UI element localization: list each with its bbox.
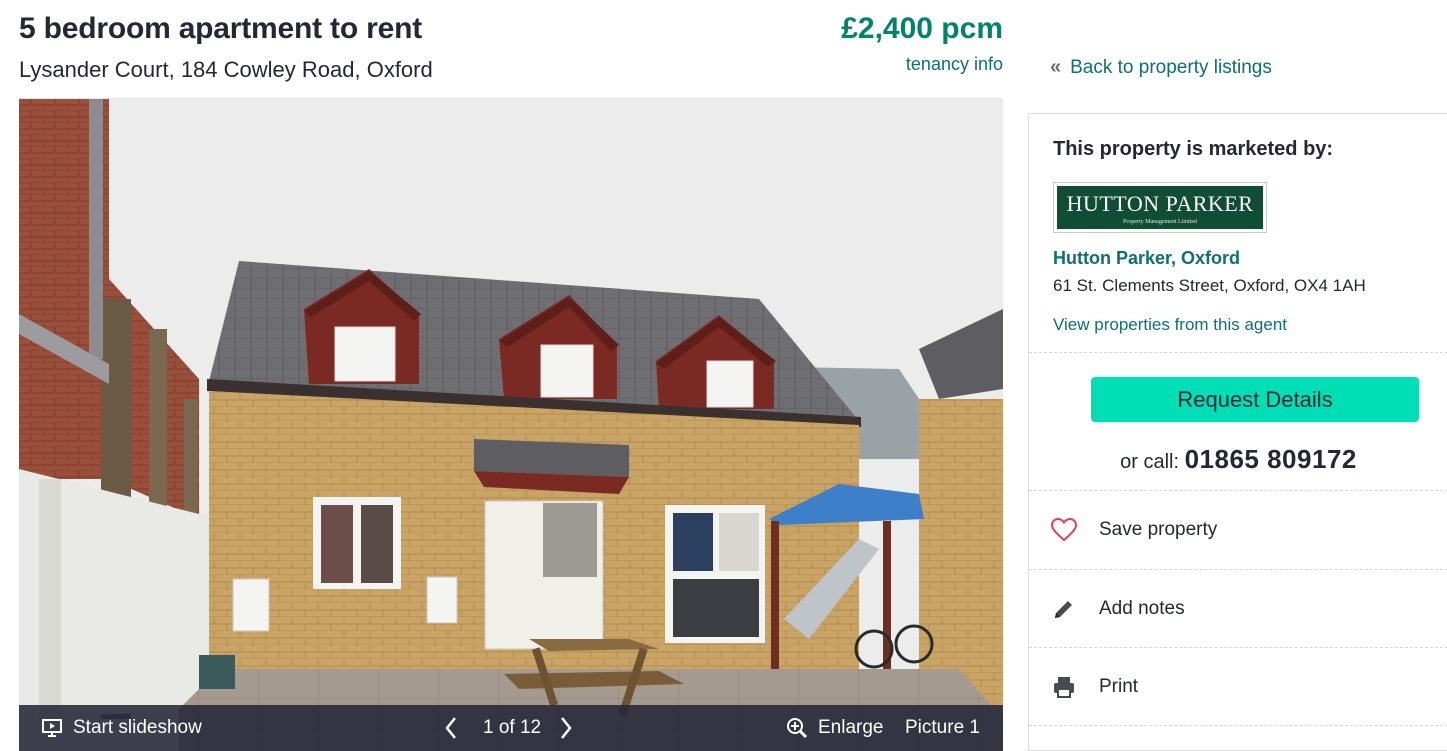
agent-panel: This property is marketed by: HUTTON PAR… [1028, 113, 1447, 751]
zoom-in-icon [787, 718, 808, 739]
agent-phone-number[interactable]: 01865 809172 [1185, 444, 1357, 474]
logo-subtext: Property Management Limited [1123, 219, 1197, 225]
agent-name-link[interactable]: Hutton Parker, Oxford [1053, 248, 1240, 269]
enlarge-label: Enlarge [818, 717, 884, 738]
property-price: £2,400 pcm [841, 12, 1003, 45]
gallery-controls: Start slideshow 1 of 12 Enlarge Picture … [19, 705, 1003, 751]
call-agent: or call: 01865 809172 [1029, 444, 1447, 475]
next-photo-button[interactable] [559, 705, 573, 751]
double-chevron-left-icon: « [1050, 56, 1061, 78]
property-address: Lysander Court, 184 Cowley Road, Oxford [19, 57, 433, 82]
slideshow-icon [42, 719, 62, 737]
logo-text: HUTTON PARKER [1066, 191, 1254, 216]
photo-counter: 1 of 12 [483, 717, 542, 738]
pencil-icon [1051, 596, 1077, 622]
divider [1029, 352, 1447, 353]
print-label: Print [1099, 676, 1139, 697]
request-details-button[interactable]: Request Details [1091, 377, 1419, 422]
chevron-right-icon [561, 717, 572, 739]
print-button[interactable]: Print [1051, 667, 1138, 707]
page-title: 5 bedroom apartment to rent [19, 12, 422, 45]
marketed-by-heading: This property is marketed by: [1053, 138, 1334, 160]
start-slideshow-button[interactable]: Start slideshow [41, 705, 202, 751]
previous-photo-button[interactable] [444, 705, 458, 751]
save-property-button[interactable]: Save property [1051, 510, 1217, 550]
slideshow-label: Start slideshow [73, 717, 202, 738]
divider [1029, 647, 1447, 648]
view-agent-properties-link[interactable]: View properties from this agent [1053, 315, 1287, 335]
back-to-listings-link[interactable]: « Back to property listings [1050, 56, 1272, 79]
add-notes-button[interactable]: Add notes [1051, 589, 1185, 629]
save-property-label: Save property [1099, 519, 1218, 540]
enlarge-button[interactable]: Enlarge [786, 705, 884, 751]
agent-logo[interactable]: HUTTON PARKER Property Management Limite… [1053, 182, 1267, 233]
back-label: Back to property listings [1070, 56, 1272, 78]
divider [1029, 490, 1447, 491]
heart-icon [1051, 517, 1077, 543]
call-prefix: or call: [1120, 451, 1180, 473]
chevron-left-icon [445, 717, 456, 739]
picture-label: Picture 1 [905, 717, 980, 738]
divider [1029, 725, 1447, 726]
photo-gallery[interactable]: Start slideshow 1 of 12 Enlarge Picture … [19, 98, 1003, 751]
agent-logo-image: HUTTON PARKER Property Management Limite… [1057, 186, 1263, 229]
add-notes-label: Add notes [1099, 598, 1185, 619]
printer-icon [1051, 674, 1077, 700]
agent-address: 61 St. Clements Street, Oxford, OX4 1AH [1053, 276, 1366, 295]
tenancy-info-link[interactable]: tenancy info [906, 54, 1003, 75]
divider [1029, 569, 1447, 570]
property-photo [19, 99, 1003, 751]
